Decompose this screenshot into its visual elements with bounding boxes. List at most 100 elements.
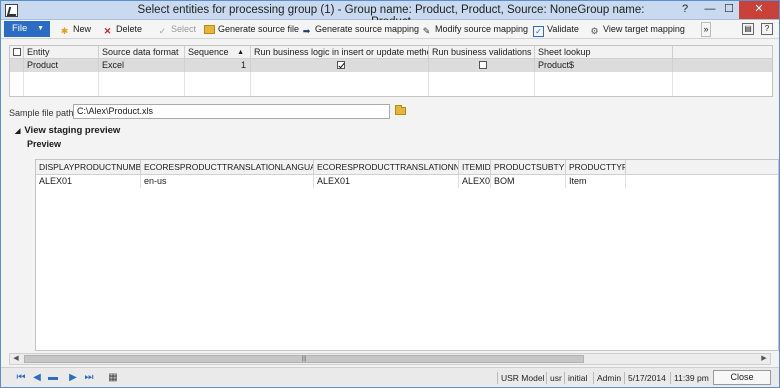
column-header-sequence-label: Sequence bbox=[188, 47, 229, 57]
entities-grid-empty-area bbox=[10, 72, 772, 96]
sample-file-path-label: Sample file path: bbox=[9, 108, 77, 118]
new-button[interactable]: ✱ New bbox=[59, 22, 91, 37]
cell-run-validations[interactable] bbox=[429, 59, 535, 72]
grid-divider bbox=[24, 72, 99, 96]
row-selector[interactable] bbox=[10, 59, 24, 72]
next-record-icon[interactable]: ▶ bbox=[67, 372, 79, 384]
validate-label: Validate bbox=[547, 24, 579, 34]
action-toolbar: File ▼ ✱ New ✕ Delete ✓ Select Generate sou… bbox=[1, 20, 779, 39]
staging-preview-header[interactable]: ◢ View staging preview bbox=[15, 125, 120, 136]
column-header-productsubtype[interactable]: PRODUCTSUBTYPE bbox=[491, 160, 566, 175]
grid-divider bbox=[99, 72, 185, 96]
cell-sequence[interactable]: 1 bbox=[185, 59, 251, 72]
scrollbar-thumb[interactable]: ||| bbox=[24, 355, 584, 363]
generate-source-mapping-label: Generate source mapping bbox=[315, 24, 420, 34]
column-header-itemid[interactable]: ITEMID bbox=[459, 160, 491, 175]
first-record-icon[interactable]: ⏮ bbox=[15, 372, 27, 384]
column-header-displayproductnumber[interactable]: DISPLAYPRODUCTNUMBER bbox=[36, 160, 141, 175]
grid-divider bbox=[185, 72, 251, 96]
staging-preview-title: View staging preview bbox=[24, 125, 121, 136]
horizontal-scrollbar[interactable]: ◀ ||| ▶ bbox=[9, 353, 771, 365]
select-button[interactable]: ✓ Select bbox=[157, 22, 196, 37]
table-row[interactable]: ALEX01 en-us ALEX01 ALEX01 BOM Item bbox=[36, 175, 778, 188]
maximize-button[interactable]: ☐ bbox=[717, 1, 741, 19]
previous-record-icon[interactable]: ◀ bbox=[31, 372, 43, 384]
select-all-checkbox[interactable] bbox=[13, 48, 21, 56]
view-target-mapping-label: View target mapping bbox=[603, 24, 685, 34]
select-all-cell[interactable] bbox=[10, 46, 24, 59]
status-user: Admin bbox=[593, 372, 624, 384]
column-header-source-format[interactable]: Source data format bbox=[99, 46, 185, 59]
grid-divider bbox=[251, 72, 429, 96]
pencil-icon: ✎ bbox=[422, 26, 431, 36]
view-target-mapping-button[interactable]: ⚙ View target mapping bbox=[589, 22, 685, 37]
close-window-button[interactable]: ✕ bbox=[739, 1, 779, 19]
column-header-entity[interactable]: Entity bbox=[24, 46, 99, 59]
run-validations-checkbox[interactable] bbox=[479, 61, 487, 69]
sort-ascending-icon: ▲ bbox=[237, 49, 244, 56]
help-icon[interactable]: ? bbox=[761, 23, 773, 35]
table-cell[interactable]: ALEX01 bbox=[36, 175, 141, 188]
record-info-icon[interactable]: ▦ bbox=[107, 372, 119, 384]
table-row[interactable]: Product Excel 1 Product$ bbox=[10, 59, 772, 72]
sample-file-path-input[interactable]: C:\Alex\Product.xls bbox=[73, 104, 390, 119]
close-button[interactable]: Close bbox=[713, 370, 771, 385]
table-cell[interactable]: BOM bbox=[491, 175, 566, 188]
folder-icon bbox=[204, 25, 215, 34]
entities-grid: Entity Source data format Sequence ▲ Run … bbox=[9, 45, 773, 97]
generate-source-file-label: Generate source file bbox=[218, 24, 300, 34]
column-header-run-logic[interactable]: Run business logic in insert or update m… bbox=[251, 46, 429, 59]
column-header-sheet-lookup[interactable]: Sheet lookup bbox=[535, 46, 673, 59]
status-partition: initial bbox=[564, 372, 590, 384]
status-bar: ⏮ ◀ ▬ ▶ ⏭ ▦ USR Model usr initial Admin … bbox=[1, 367, 779, 387]
column-header-languageid[interactable]: ECORESPRODUCTTRANSLATIONLANGUAGEID bbox=[141, 160, 314, 175]
column-header-sequence[interactable]: Sequence ▲ bbox=[185, 46, 251, 59]
validate-button[interactable]: ✓ Validate bbox=[533, 22, 579, 37]
cell-run-logic[interactable] bbox=[251, 59, 429, 72]
modify-source-mapping-label: Modify source mapping bbox=[435, 24, 529, 34]
help-button[interactable]: ? bbox=[673, 1, 697, 19]
scroll-right-icon[interactable]: ▶ bbox=[758, 354, 770, 364]
staging-preview-grid: DISPLAYPRODUCTNUMBER ECORESPRODUCTTRANSL… bbox=[35, 159, 779, 351]
grid-divider bbox=[535, 72, 673, 96]
folder-icon[interactable] bbox=[395, 105, 406, 115]
entities-grid-header: Entity Source data format Sequence ▲ Run … bbox=[10, 46, 772, 59]
delete-label: Delete bbox=[116, 24, 143, 34]
last-record-icon[interactable]: ⏭ bbox=[83, 372, 95, 384]
new-label: New bbox=[73, 24, 92, 34]
status-layer: usr bbox=[546, 372, 565, 384]
app-icon bbox=[5, 4, 18, 17]
toolbar-overflow-button[interactable]: » bbox=[701, 22, 711, 37]
scroll-left-icon[interactable]: ◀ bbox=[10, 354, 22, 364]
table-cell[interactable]: Item bbox=[566, 175, 626, 188]
column-header-translationname[interactable]: ECORESPRODUCTTRANSLATIONNAME bbox=[314, 160, 459, 175]
table-cell[interactable]: en-us bbox=[141, 175, 314, 188]
scroll-track-icon[interactable]: ▬ bbox=[47, 372, 59, 384]
modify-source-mapping-button[interactable]: ✎ Modify source mapping bbox=[421, 22, 528, 37]
file-menu-button[interactable]: File ▼ bbox=[4, 21, 50, 37]
table-cell[interactable]: ALEX01 bbox=[459, 175, 491, 188]
column-header-producttype[interactable]: PRODUCTTYPE bbox=[566, 160, 626, 175]
chevron-down-icon: ▼ bbox=[37, 25, 44, 32]
delete-icon: ✕ bbox=[103, 26, 112, 36]
arrow-right-icon: ➡ bbox=[302, 26, 311, 36]
preview-grid-header: DISPLAYPRODUCTNUMBER ECORESPRODUCTTRANSL… bbox=[36, 160, 778, 175]
cell-source-format[interactable]: Excel bbox=[99, 59, 185, 72]
generate-source-file-button[interactable]: Generate source file bbox=[204, 22, 299, 37]
star-icon: ✱ bbox=[60, 26, 69, 36]
delete-button[interactable]: ✕ Delete bbox=[102, 22, 142, 37]
check-icon: ✓ bbox=[158, 26, 167, 36]
preview-label: Preview bbox=[27, 139, 62, 149]
collapse-triangle-icon: ◢ bbox=[15, 128, 21, 135]
table-cell[interactable]: ALEX01 bbox=[314, 175, 459, 188]
column-header-run-validations[interactable]: Run business validations bbox=[429, 46, 535, 59]
form-icon[interactable]: ▤ bbox=[742, 23, 754, 35]
mapping-icon: ⚙ bbox=[590, 26, 599, 36]
generate-source-mapping-button[interactable]: ➡ Generate source mapping bbox=[301, 22, 419, 37]
cell-sheet-lookup[interactable]: Product$ bbox=[535, 59, 673, 72]
title-bar: Select entities for processing group (1)… bbox=[1, 1, 779, 28]
checkbox-icon: ✓ bbox=[533, 26, 544, 37]
status-time: 11:39 pm bbox=[670, 372, 712, 384]
run-logic-checkbox[interactable] bbox=[337, 61, 345, 69]
cell-entity[interactable]: Product bbox=[24, 59, 99, 72]
